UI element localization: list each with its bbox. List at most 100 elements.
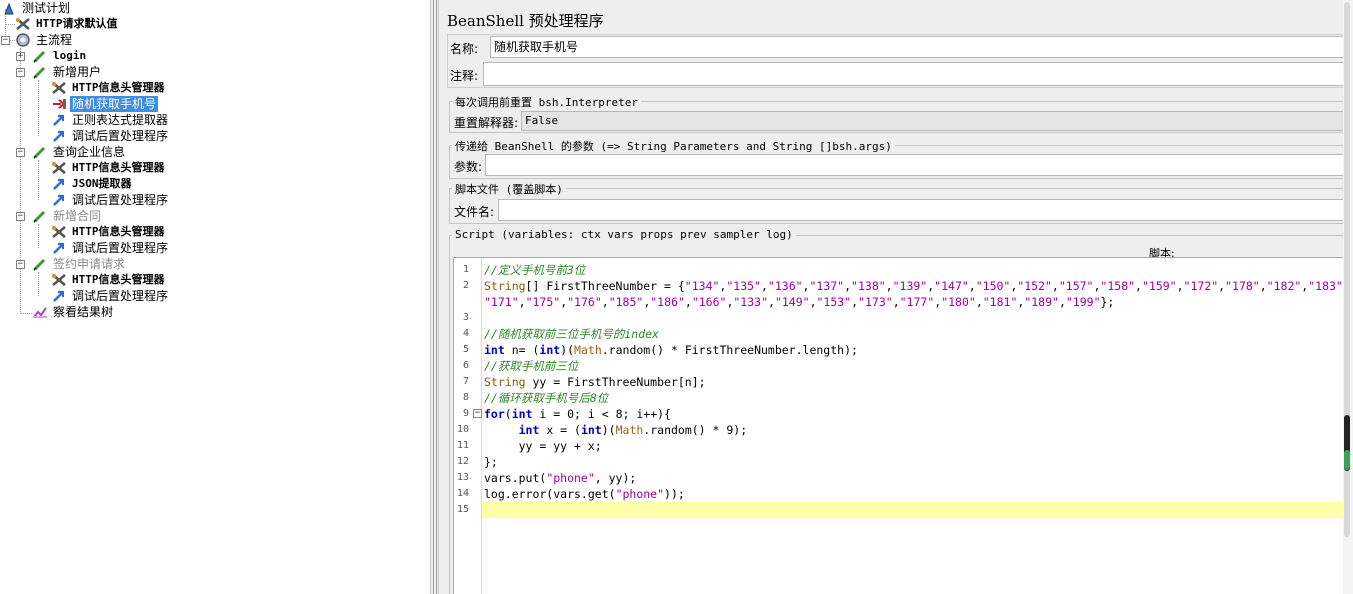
vertical-scrollbar[interactable]	[1343, 0, 1353, 594]
tree-item-label: HTTP信息头管理器	[72, 161, 165, 174]
tree-item-json-extractor[interactable]: JSON提取器	[50, 176, 134, 192]
line-number: 13	[456, 472, 469, 483]
thread-group-gear-icon	[14, 32, 32, 48]
tree-item-label: 调试后置处理程序	[72, 129, 169, 143]
collapse-toggle[interactable]: −	[16, 68, 25, 77]
wrench-icon	[14, 16, 32, 32]
tree-item-label: 主流程	[36, 33, 73, 47]
comment-label: 注释:	[450, 69, 479, 83]
script-editor[interactable]: 1 2 3 4 5 6 7 8 9 10 11 12 13 14 15 − //…	[453, 257, 1353, 594]
line-number: 10	[456, 424, 469, 435]
scrollbar-marker	[1344, 450, 1350, 470]
code-line[interactable]: int x = (int)(Math.random() * 9);	[484, 422, 748, 438]
filename-field[interactable]	[498, 199, 1353, 221]
code-line[interactable]: String[] FirstThreeNumber = {"134","135"…	[484, 278, 1350, 294]
line-number: 3	[462, 312, 469, 323]
line-number: 14	[456, 488, 469, 499]
tree-item-debug-postprocessor[interactable]: 调试后置处理程序	[50, 240, 170, 256]
sampler-pen-icon	[31, 208, 49, 224]
code-line[interactable]: //定义手机号前3位	[484, 262, 585, 278]
parameters-field[interactable]	[485, 154, 1353, 176]
test-plan-tree[interactable]: 测试计划 HTTP请求默认值 − 主流程 + login − 新增用户 HTTP…	[0, 0, 430, 594]
group-title: 每次调用前重置 bsh.Interpreter	[452, 94, 641, 110]
tree-item-http-header-manager[interactable]: HTTP信息头管理器	[50, 224, 167, 240]
line-number: 12	[456, 456, 469, 467]
tree-item-main-flow[interactable]: 主流程	[14, 32, 74, 48]
expand-toggle[interactable]: +	[16, 52, 25, 61]
code-line[interactable]: yy = yy + x;	[484, 438, 602, 454]
code-line[interactable]: String yy = FirstThreeNumber[n];	[484, 374, 706, 390]
tree-item-label: HTTP信息头管理器	[72, 225, 165, 238]
tree-item-add-contract[interactable]: 新增合同	[31, 208, 103, 224]
tree-item-label: 察看结果树	[53, 305, 114, 319]
reset-label: 重置解释器:	[454, 116, 519, 130]
divider-grip	[433, 0, 434, 594]
tree-item-http-header-manager[interactable]: HTTP信息头管理器	[50, 160, 167, 176]
tree-item-http-defaults[interactable]: HTTP请求默认值	[14, 16, 120, 32]
tree-item-label: 随机获取手机号	[70, 96, 159, 112]
tree-item-random-phone[interactable]: 随机获取手机号	[50, 96, 159, 112]
tree-item-label: HTTP信息头管理器	[72, 273, 165, 286]
split-pane-divider[interactable]	[430, 0, 438, 594]
code-line[interactable]: int n= (int)(Math.random() * FirstThreeN…	[484, 342, 858, 358]
tree-item-label: 调试后置处理程序	[72, 289, 169, 303]
tree-item-test-plan[interactable]: 测试计划	[0, 0, 72, 16]
tree-item-debug-postprocessor[interactable]: 调试后置处理程序	[50, 288, 170, 304]
line-number: 9	[462, 408, 469, 419]
group-title: Script (variables: ctx vars props prev s…	[452, 228, 796, 241]
tree-item-http-header-manager[interactable]: HTTP信息头管理器	[50, 80, 167, 96]
code-line[interactable]: //获取手机前三位	[484, 358, 578, 374]
postprocessor-arrow-icon	[50, 192, 68, 208]
tree-item-debug-postprocessor[interactable]: 调试后置处理程序	[50, 192, 170, 208]
tree-item-login[interactable]: login	[31, 48, 88, 64]
postprocessor-arrow-icon	[50, 128, 68, 144]
code-line[interactable]: };	[484, 454, 498, 470]
reset-interpreter-select[interactable]: False	[521, 111, 1353, 131]
postprocessor-arrow-icon	[50, 240, 68, 256]
code-line[interactable]: vars.put("phone", yy);	[484, 470, 636, 486]
line-number-gutter: 1 2 3 4 5 6 7 8 9 10 11 12 13 14 15 −	[454, 258, 482, 594]
tree-connector	[38, 80, 39, 136]
line-number: 8	[462, 392, 469, 403]
postprocessor-arrow-icon	[50, 176, 68, 192]
collapse-toggle[interactable]: −	[16, 148, 25, 157]
code-line[interactable]: //随机获取前三位手机号的index	[484, 326, 659, 342]
wrench-icon	[50, 160, 68, 176]
wrench-icon	[50, 272, 68, 288]
tree-item-view-results-tree[interactable]: 察看结果树	[31, 304, 115, 320]
code-line[interactable]: "171","175","176","185","186","166","133…	[484, 294, 1114, 310]
comment-field[interactable]	[483, 62, 1353, 86]
tree-item-label: 调试后置处理程序	[72, 193, 169, 207]
tree-item-sign-request[interactable]: 签约申请请求	[31, 256, 127, 272]
postprocessor-arrow-icon	[50, 112, 68, 128]
name-label: 名称:	[450, 42, 479, 56]
collapse-toggle[interactable]: −	[16, 260, 25, 269]
tree-item-debug-postprocessor[interactable]: 调试后置处理程序	[50, 128, 170, 144]
beanshell-preprocessor-panel: BeanShell 预处理程序 名称: 随机获取手机号 注释: 每次调用前重置 …	[438, 0, 1353, 594]
wrench-icon	[50, 224, 68, 240]
tree-item-add-user[interactable]: 新增用户	[31, 64, 103, 80]
parameters-label: 参数:	[454, 160, 483, 174]
name-field[interactable]: 随机获取手机号	[490, 36, 1353, 58]
tree-item-regex-extractor[interactable]: 正则表达式提取器	[50, 112, 170, 128]
collapse-toggle[interactable]: −	[1, 36, 10, 45]
panel-title: BeanShell 预处理程序	[447, 12, 604, 30]
code-line[interactable]: //循环获取手机号后8位	[484, 390, 608, 406]
sampler-pen-icon	[31, 48, 49, 64]
tree-item-label: HTTP信息头管理器	[72, 81, 165, 94]
filename-label: 文件名:	[454, 205, 495, 219]
tree-connector	[38, 224, 39, 248]
line-number: 1	[462, 264, 469, 275]
line-number: 4	[462, 328, 469, 339]
collapse-toggle[interactable]: −	[16, 212, 25, 221]
code-line[interactable]: for(int i = 0; i < 8; i++){	[484, 406, 671, 422]
tree-item-query-company[interactable]: 查询企业信息	[31, 144, 127, 160]
preprocessor-arrow-icon	[50, 96, 68, 112]
code-line[interactable]: log.error(vars.get("phone"));	[484, 486, 685, 502]
postprocessor-arrow-icon	[50, 288, 68, 304]
line-number: 15	[456, 504, 469, 515]
sampler-pen-icon	[31, 256, 49, 272]
current-line-highlight	[482, 502, 1353, 518]
tree-item-http-header-manager[interactable]: HTTP信息头管理器	[50, 272, 167, 288]
fold-toggle[interactable]: −	[473, 409, 482, 418]
